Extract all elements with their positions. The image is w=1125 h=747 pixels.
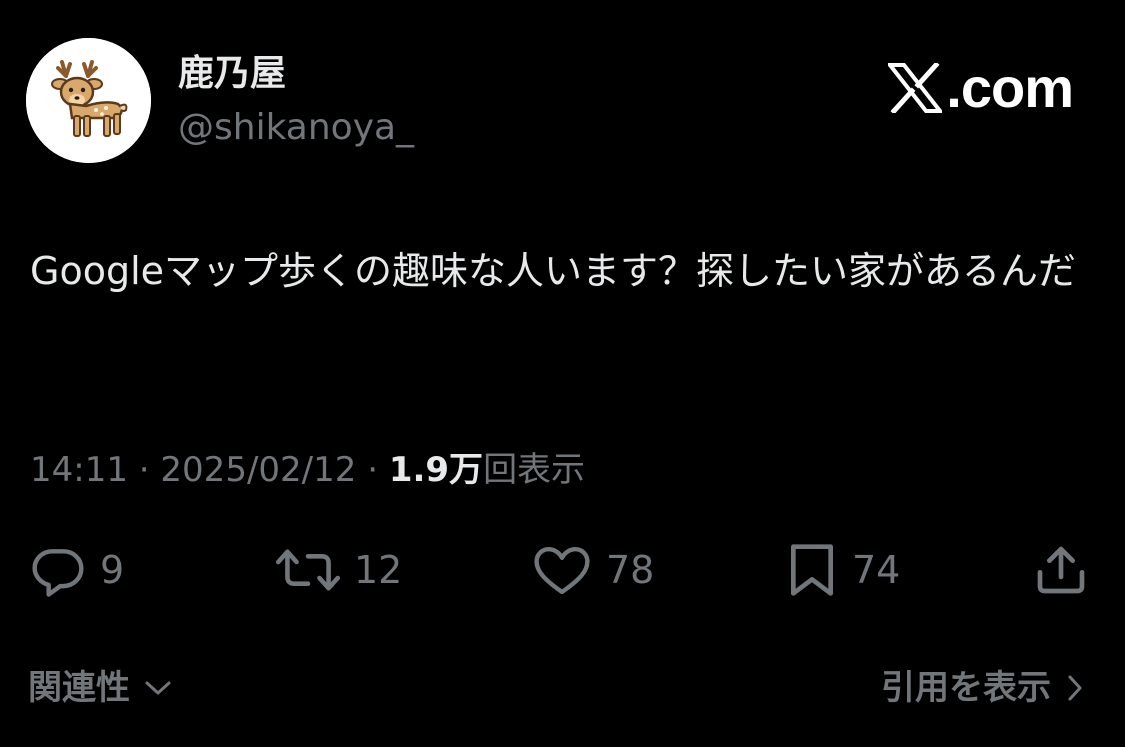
like-button[interactable]: 78 <box>532 540 654 600</box>
like-count: 78 <box>606 548 655 592</box>
relevance-sort-button[interactable]: 関連性 <box>28 662 172 714</box>
user-handle[interactable]: @shikanoya_ <box>178 106 414 150</box>
display-name[interactable]: 鹿乃屋 <box>178 52 286 96</box>
repost-button[interactable]: 12 <box>276 540 402 600</box>
reply-count: 9 <box>100 548 125 592</box>
tweet-actions: 9 12 78 74 <box>0 540 1125 600</box>
brand-domain-text: .com <box>946 56 1074 119</box>
view-quotes-link[interactable]: 引用を表示 <box>881 662 1085 714</box>
repost-count: 12 <box>354 548 403 592</box>
tweet-text: Googleマップ歩くの趣味な人います？探したい家があるんだ <box>30 249 1077 293</box>
avatar[interactable] <box>26 38 151 163</box>
repost-icon <box>276 549 340 591</box>
views-label: 回表示 <box>483 450 586 490</box>
brand-logo: .com <box>888 56 1074 119</box>
reply-button[interactable]: 9 <box>30 540 124 600</box>
tweet-card: 鹿乃屋 @shikanoya_ .com Googleマップ歩くの趣味な人います… <box>0 0 1125 747</box>
chevron-right-icon <box>1068 675 1082 701</box>
share-icon <box>1037 546 1085 594</box>
bookmark-count: 74 <box>852 548 901 592</box>
chevron-down-icon <box>145 681 171 695</box>
bookmark-icon <box>791 544 834 596</box>
heart-icon <box>534 547 590 595</box>
reply-bubble-icon <box>32 549 84 597</box>
tweet-footer: 関連性 引用を表示 <box>0 662 1125 714</box>
relevance-label: 関連性 <box>28 668 130 708</box>
share-button[interactable] <box>1032 540 1090 600</box>
tweet-time[interactable]: 14:11 <box>30 450 128 490</box>
tweet-date[interactable]: 2025/02/12 <box>160 450 356 490</box>
quotes-label: 引用を表示 <box>881 668 1051 708</box>
meta-separator: · <box>138 450 150 490</box>
tweet-meta: 14:11 · 2025/02/12 · 1.9万回表示 <box>30 446 585 494</box>
deer-avatar-icon <box>26 38 151 163</box>
x-logo-icon <box>888 63 943 113</box>
meta-separator: · <box>367 450 379 490</box>
views-count: 1.9万 <box>388 450 484 490</box>
bookmark-button[interactable]: 74 <box>786 540 900 600</box>
